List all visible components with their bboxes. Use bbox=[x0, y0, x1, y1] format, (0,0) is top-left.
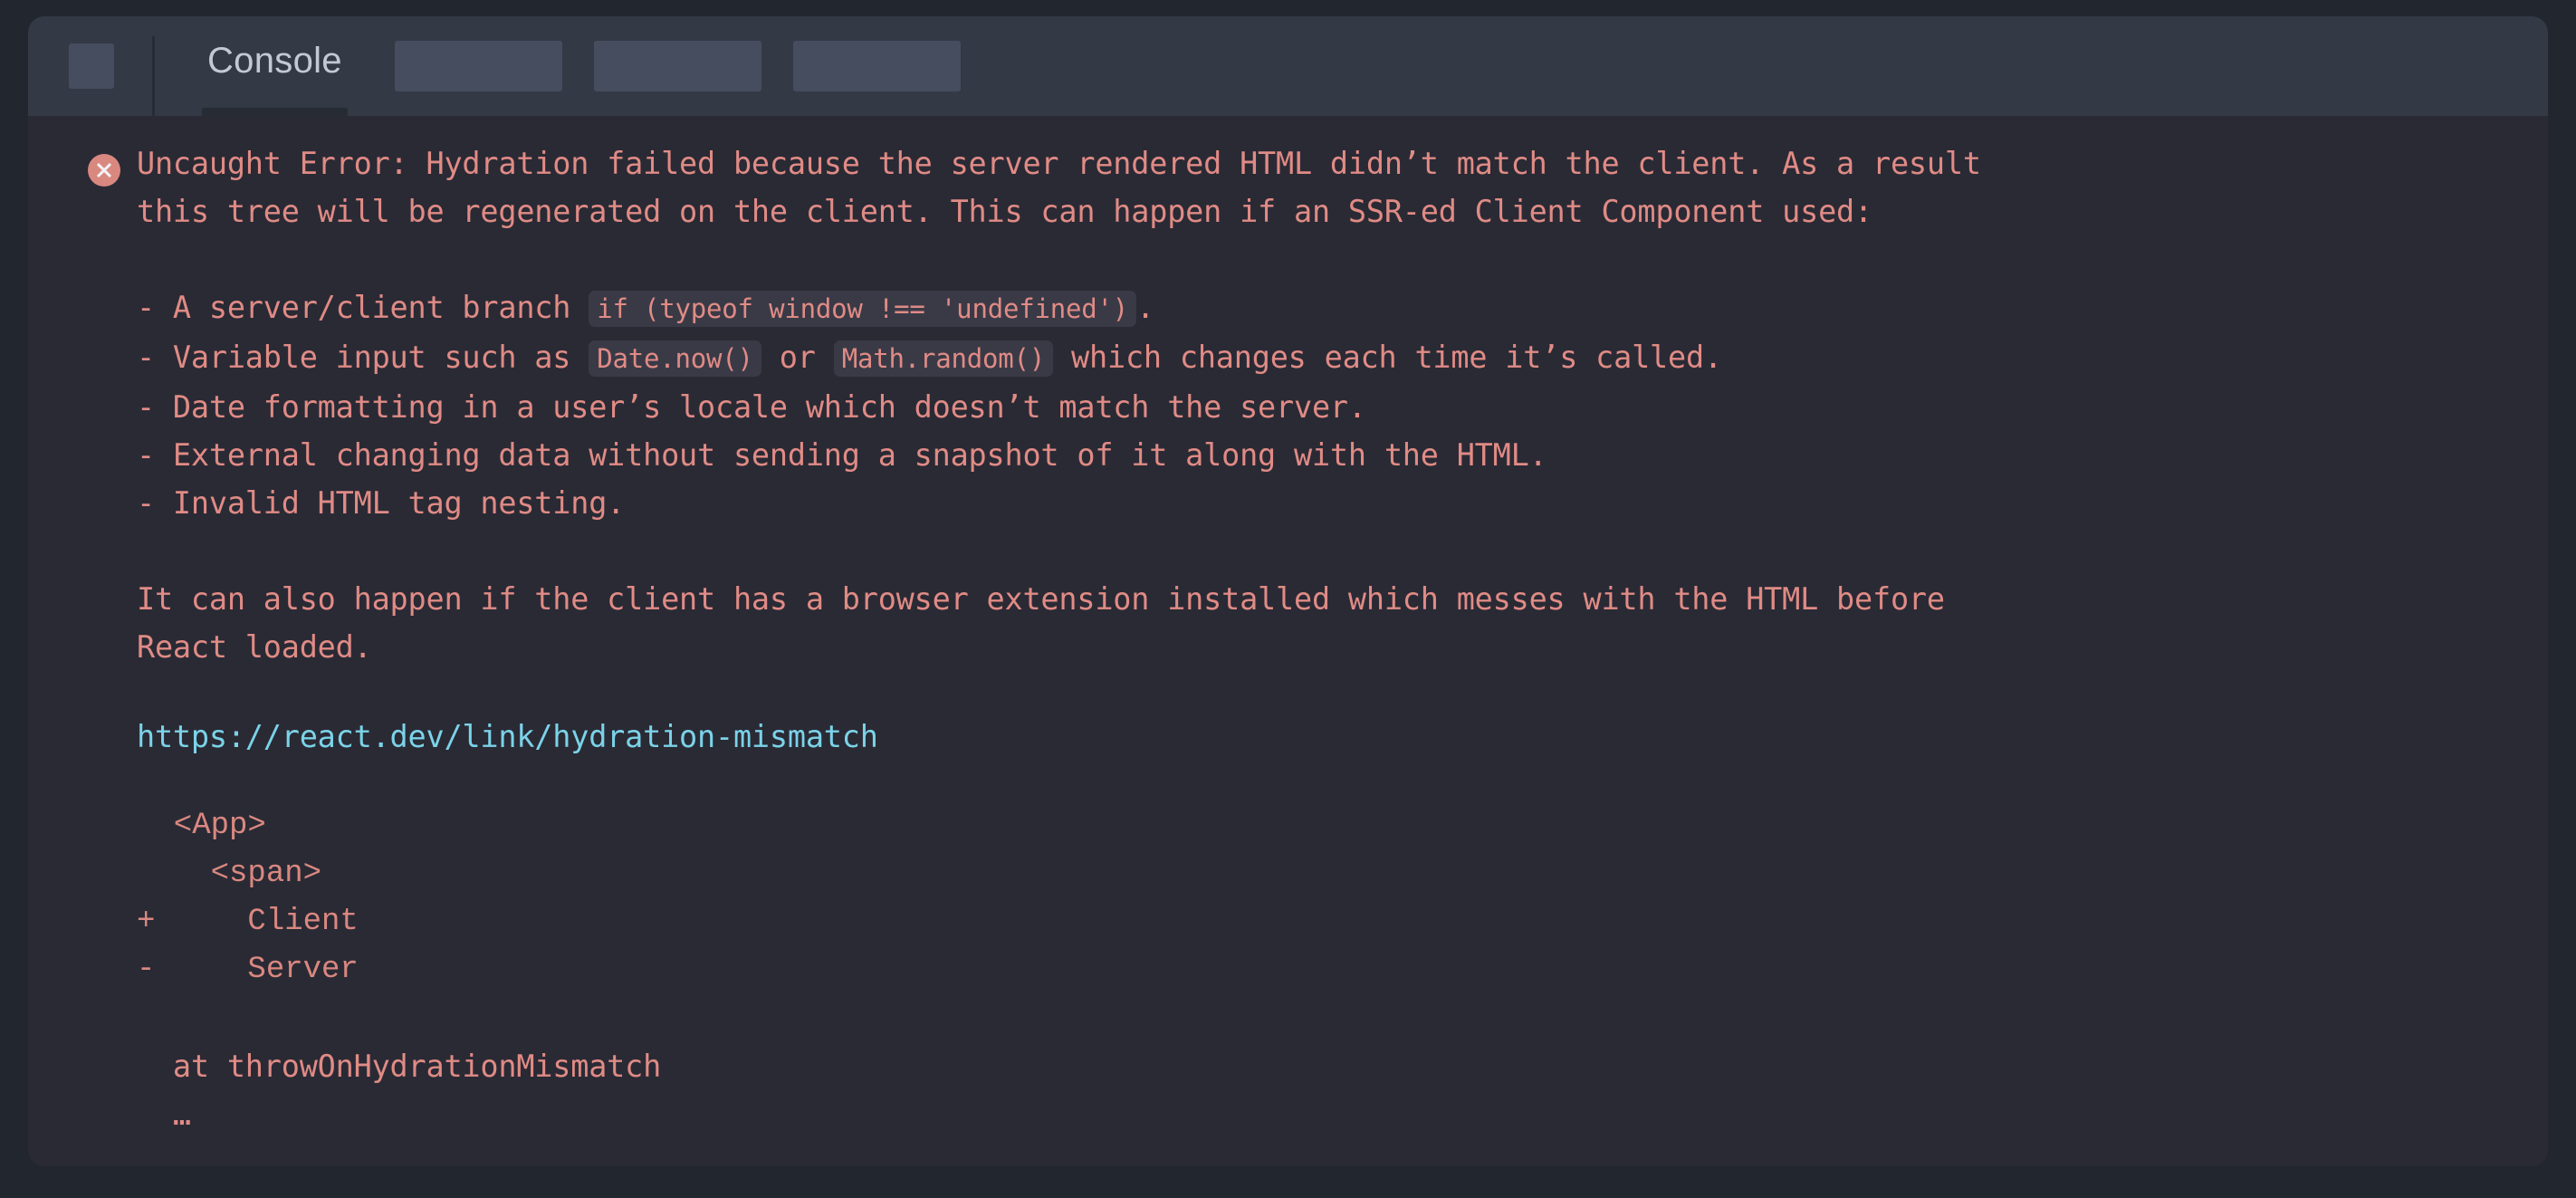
tab-placeholder-3[interactable] bbox=[792, 41, 961, 91]
tab-list: Console bbox=[155, 16, 368, 116]
error-bullet-2: - Variable input such as Date.now() or M… bbox=[137, 333, 1981, 383]
tab-placeholder-2[interactable] bbox=[593, 41, 761, 91]
error-bullet-5: - Invalid HTML tag nesting. bbox=[137, 485, 626, 521]
square-placeholder-icon[interactable] bbox=[69, 43, 114, 89]
error-bullet-1-prefix: - A server/client branch bbox=[137, 290, 589, 325]
tab-console-label: Console bbox=[207, 41, 342, 81]
error-bullet-4: - External changing data without sending… bbox=[137, 437, 1547, 473]
console-error-entry[interactable]: Uncaught Error: Hydration failed because… bbox=[28, 139, 2548, 1138]
error-link-row: https://react.dev/link/hydration-mismatc… bbox=[137, 719, 1981, 754]
error-paragraph-1: Uncaught Error: Hydration failed because… bbox=[137, 146, 1981, 229]
error-bullet-2-middle: or bbox=[761, 340, 834, 375]
error-bullet-2-code-2: Math.random() bbox=[833, 340, 1054, 377]
hydration-mismatch-link[interactable]: https://react.dev/link/hydration-mismatc… bbox=[137, 719, 878, 754]
devtools-tabbar: Console bbox=[28, 16, 2548, 116]
error-bullet-3: - Date formatting in a user’s locale whi… bbox=[137, 389, 1366, 425]
error-bullet-2-suffix: which changes each time it’s called. bbox=[1053, 340, 1722, 375]
error-bullet-1-code: if (typeof window !== 'undefined') bbox=[589, 291, 1137, 327]
error-paragraph-2: It can also happen if the client has a b… bbox=[137, 581, 1945, 665]
error-bullet-2-prefix: - Variable input such as bbox=[137, 340, 589, 375]
error-circle-x-icon bbox=[88, 154, 120, 187]
tabbar-logo-area[interactable] bbox=[28, 16, 155, 116]
error-bullet-1-suffix: . bbox=[1136, 290, 1155, 325]
tab-console[interactable]: Console bbox=[182, 16, 368, 116]
devtools-panel: Console Uncaught Error: Hydration failed… bbox=[28, 16, 2548, 1166]
error-bullet-2-code-1: Date.now() bbox=[589, 340, 761, 377]
error-bullet-1: - A server/client branch if (typeof wind… bbox=[137, 283, 1981, 333]
hydration-diff-block: <App> <span> + Client - Server bbox=[137, 809, 359, 987]
tab-placeholder-list bbox=[368, 16, 992, 116]
stack-trace-block[interactable]: at throwOnHydrationMismatch … bbox=[137, 1042, 1981, 1138]
console-output[interactable]: Uncaught Error: Hydration failed because… bbox=[28, 116, 2548, 1166]
console-error-body: Uncaught Error: Hydration failed because… bbox=[137, 139, 1981, 1138]
tab-placeholder-1[interactable] bbox=[394, 41, 562, 91]
